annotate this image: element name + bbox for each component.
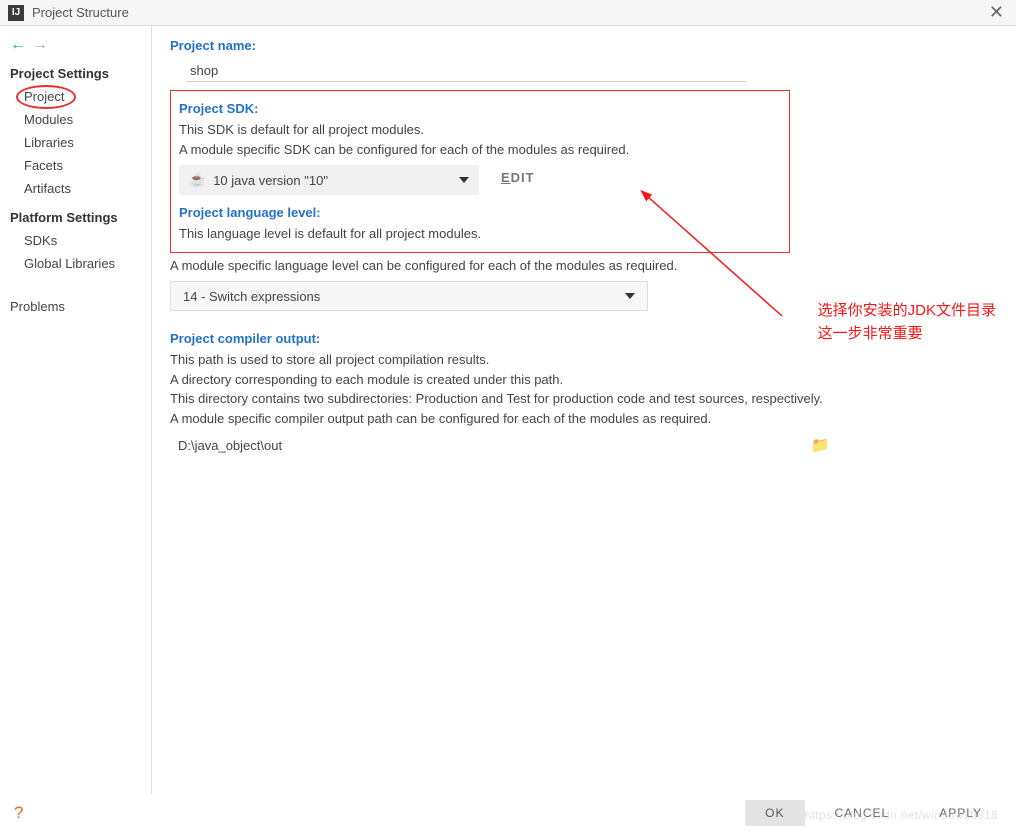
compiler-desc-4: A module specific compiler output path c… (170, 409, 998, 429)
titlebar: IJ Project Structure ✕ (0, 0, 1016, 26)
content-wrap: ← → Project Settings Project Modules Lib… (0, 26, 1016, 794)
cancel-button[interactable]: CANCEL (815, 800, 910, 826)
back-arrow-icon[interactable]: ← (10, 36, 26, 54)
sdk-dropdown-row: ☕ 10 java version "10" EDIT (179, 159, 781, 195)
sidebar-item-sdks[interactable]: SDKs (0, 229, 151, 252)
lang-level-desc-2: A module specific language level can be … (170, 256, 998, 276)
chevron-down-icon (459, 177, 469, 183)
lang-level-label: Project language level: (179, 205, 781, 220)
lang-level-desc-1: This language level is default for all p… (179, 224, 781, 244)
sdk-dropdown[interactable]: ☕ 10 java version "10" (179, 165, 479, 195)
chevron-down-icon (625, 293, 635, 299)
ok-button[interactable]: OK (745, 800, 804, 826)
sdk-desc-1: This SDK is default for all project modu… (179, 120, 781, 140)
project-name-row: Project name: (170, 38, 998, 82)
sidebar-item-libraries[interactable]: Libraries (0, 131, 151, 154)
close-icon[interactable]: ✕ (985, 2, 1008, 23)
sidebar-item-modules[interactable]: Modules (0, 108, 151, 131)
annotation-line-1: 选择你安装的JDK文件目录 (818, 300, 996, 323)
nav-arrows: ← → (0, 32, 151, 62)
forward-arrow-icon: → (32, 36, 48, 54)
compiler-desc-3: This directory contains two subdirectori… (170, 389, 998, 409)
annotation-text: 选择你安装的JDK文件目录 这一步非常重要 (818, 300, 996, 345)
help-icon[interactable]: ? (14, 803, 23, 823)
lang-level-dropdown[interactable]: 14 - Switch expressions (170, 281, 648, 311)
project-name-label: Project name: (170, 38, 998, 53)
window-title: Project Structure (32, 5, 985, 20)
section-platform-settings: Platform Settings (0, 206, 151, 229)
compiler-desc-1: This path is used to store all project c… (170, 350, 998, 370)
main-panel: Project name: Project SDK: This SDK is d… (152, 26, 1016, 794)
annotation-line-2: 这一步非常重要 (818, 323, 996, 346)
compiler-output-value: D:\java_object\out (178, 438, 282, 453)
dialog-footer: ? OK CANCEL APPLY (0, 794, 1016, 832)
project-sdk-label: Project SDK: (179, 101, 781, 116)
sidebar-item-artifacts[interactable]: Artifacts (0, 177, 151, 200)
apply-button[interactable]: APPLY (919, 800, 1002, 826)
lang-level-value: 14 - Switch expressions (183, 289, 320, 304)
section-project-settings: Project Settings (0, 62, 151, 85)
compiler-output-row: D:\java_object\out 📁 (170, 436, 830, 454)
browse-folder-icon[interactable]: 📁 (811, 436, 830, 454)
sdk-section-highlight: Project SDK: This SDK is default for all… (170, 90, 790, 253)
sidebar-item-problems[interactable]: Problems (0, 295, 151, 318)
sidebar-item-global-libraries[interactable]: Global Libraries (0, 252, 151, 275)
app-icon: IJ (8, 5, 24, 21)
java-icon: ☕ (189, 172, 205, 188)
edit-sdk-link[interactable]: EDIT (501, 170, 535, 185)
sdk-value: 10 java version "10" (213, 173, 328, 188)
compiler-desc-2: A directory corresponding to each module… (170, 370, 998, 390)
sidebar-item-project[interactable]: Project (0, 85, 151, 108)
sdk-desc-2: A module specific SDK can be configured … (179, 140, 781, 160)
project-name-input[interactable] (186, 60, 746, 82)
sidebar: ← → Project Settings Project Modules Lib… (0, 26, 152, 794)
sidebar-item-facets[interactable]: Facets (0, 154, 151, 177)
